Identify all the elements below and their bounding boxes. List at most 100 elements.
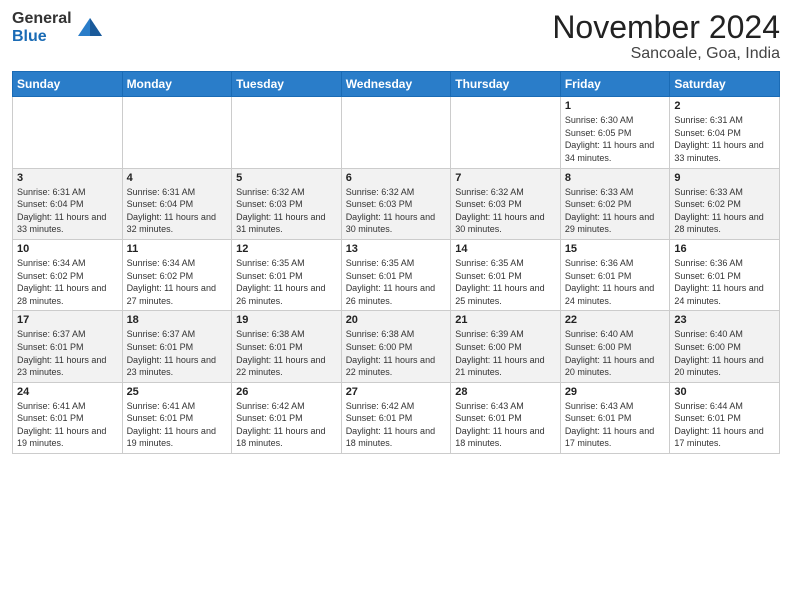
header: General Blue November 2024 Sancoale, Goa… <box>12 10 780 63</box>
calendar-cell: 17 Sunrise: 6:37 AM Sunset: 6:01 PM Dayli… <box>13 311 123 382</box>
day-info: Sunrise: 6:34 AM Sunset: 6:02 PM Dayligh… <box>127 257 228 307</box>
calendar-week-row: 10 Sunrise: 6:34 AM Sunset: 6:02 PM Dayli… <box>13 239 780 310</box>
day-info: Sunrise: 6:31 AM Sunset: 6:04 PM Dayligh… <box>127 186 228 236</box>
column-header-wednesday: Wednesday <box>341 72 451 97</box>
day-number: 11 <box>127 243 228 255</box>
location-title: Sancoale, Goa, India <box>552 45 780 63</box>
calendar-week-row: 1 Sunrise: 6:30 AM Sunset: 6:05 PM Daylig… <box>13 97 780 168</box>
column-header-tuesday: Tuesday <box>232 72 342 97</box>
calendar-cell: 18 Sunrise: 6:37 AM Sunset: 6:01 PM Dayli… <box>122 311 232 382</box>
calendar-cell: 5 Sunrise: 6:32 AM Sunset: 6:03 PM Daylig… <box>232 168 342 239</box>
month-title: November 2024 <box>552 10 780 45</box>
calendar-cell: 23Sunrise: 6:40 AM Sunset: 6:00 PM Dayli… <box>670 311 780 382</box>
day-number: 22 <box>565 314 666 326</box>
calendar-cell: 26 Sunrise: 6:42 AM Sunset: 6:01 PM Dayli… <box>232 382 342 453</box>
day-number: 27 <box>346 386 447 398</box>
calendar-cell: 11 Sunrise: 6:34 AM Sunset: 6:02 PM Dayli… <box>122 239 232 310</box>
day-number: 7 <box>455 172 556 184</box>
day-number: 30 <box>674 386 775 398</box>
day-number: 26 <box>236 386 337 398</box>
calendar-cell: 15 Sunrise: 6:36 AM Sunset: 6:01 PM Dayli… <box>560 239 670 310</box>
column-header-friday: Friday <box>560 72 670 97</box>
title-section: November 2024 Sancoale, Goa, India <box>552 10 780 63</box>
calendar-cell: 25 Sunrise: 6:41 AM Sunset: 6:01 PM Dayli… <box>122 382 232 453</box>
day-info: Sunrise: 6:39 AM Sunset: 6:00 PM Dayligh… <box>455 328 556 378</box>
day-info: Sunrise: 6:41 AM Sunset: 6:01 PM Dayligh… <box>17 400 118 450</box>
calendar-cell: 28 Sunrise: 6:43 AM Sunset: 6:01 PM Dayli… <box>451 382 561 453</box>
day-info: Sunrise: 6:31 AM Sunset: 6:04 PM Dayligh… <box>17 186 118 236</box>
day-info: Sunrise: 6:35 AM Sunset: 6:01 PM Dayligh… <box>455 257 556 307</box>
calendar-cell: 19 Sunrise: 6:38 AM Sunset: 6:01 PM Dayli… <box>232 311 342 382</box>
calendar-cell: 30 Sunrise: 6:44 AM Sunset: 6:01 PM Dayli… <box>670 382 780 453</box>
calendar-cell <box>232 97 342 168</box>
column-header-sunday: Sunday <box>13 72 123 97</box>
column-header-saturday: Saturday <box>670 72 780 97</box>
calendar-week-row: 17 Sunrise: 6:37 AM Sunset: 6:01 PM Dayli… <box>13 311 780 382</box>
column-header-monday: Monday <box>122 72 232 97</box>
day-info: Sunrise: 6:43 AM Sunset: 6:01 PM Dayligh… <box>455 400 556 450</box>
logo-blue-text: Blue <box>12 28 72 46</box>
calendar-cell: 22 Sunrise: 6:40 AM Sunset: 6:00 PM Dayli… <box>560 311 670 382</box>
day-info: Sunrise: 6:37 AM Sunset: 6:01 PM Dayligh… <box>17 328 118 378</box>
logo-icon <box>76 14 104 42</box>
day-info: Sunrise: 6:41 AM Sunset: 6:01 PM Dayligh… <box>127 400 228 450</box>
logo: General Blue <box>12 10 104 45</box>
day-number: 5 <box>236 172 337 184</box>
day-info: Sunrise: 6:35 AM Sunset: 6:01 PM Dayligh… <box>236 257 337 307</box>
calendar: SundayMondayTuesdayWednesdayThursdayFrid… <box>12 71 780 454</box>
day-number: 8 <box>565 172 666 184</box>
calendar-header-row: SundayMondayTuesdayWednesdayThursdayFrid… <box>13 72 780 97</box>
calendar-cell <box>122 97 232 168</box>
day-number: 15 <box>565 243 666 255</box>
day-number: 13 <box>346 243 447 255</box>
day-number: 29 <box>565 386 666 398</box>
calendar-cell: 2Sunrise: 6:31 AM Sunset: 6:04 PM Daylig… <box>670 97 780 168</box>
logo-general-text: General <box>12 10 72 28</box>
day-number: 18 <box>127 314 228 326</box>
calendar-cell: 27 Sunrise: 6:42 AM Sunset: 6:01 PM Dayli… <box>341 382 451 453</box>
day-info: Sunrise: 6:43 AM Sunset: 6:01 PM Dayligh… <box>565 400 666 450</box>
day-number: 16 <box>674 243 775 255</box>
calendar-cell: 3 Sunrise: 6:31 AM Sunset: 6:04 PM Daylig… <box>13 168 123 239</box>
day-info: Sunrise: 6:42 AM Sunset: 6:01 PM Dayligh… <box>236 400 337 450</box>
day-info: Sunrise: 6:32 AM Sunset: 6:03 PM Dayligh… <box>346 186 447 236</box>
day-number: 14 <box>455 243 556 255</box>
calendar-cell: 4 Sunrise: 6:31 AM Sunset: 6:04 PM Daylig… <box>122 168 232 239</box>
day-info: Sunrise: 6:36 AM Sunset: 6:01 PM Dayligh… <box>565 257 666 307</box>
day-number: 1 <box>565 100 666 112</box>
day-number: 12 <box>236 243 337 255</box>
day-info: Sunrise: 6:38 AM Sunset: 6:01 PM Dayligh… <box>236 328 337 378</box>
calendar-cell: 7 Sunrise: 6:32 AM Sunset: 6:03 PM Daylig… <box>451 168 561 239</box>
day-info: Sunrise: 6:40 AM Sunset: 6:00 PM Dayligh… <box>565 328 666 378</box>
calendar-cell: 21Sunrise: 6:39 AM Sunset: 6:00 PM Dayli… <box>451 311 561 382</box>
column-header-thursday: Thursday <box>451 72 561 97</box>
day-number: 25 <box>127 386 228 398</box>
day-number: 10 <box>17 243 118 255</box>
day-number: 28 <box>455 386 556 398</box>
day-number: 17 <box>17 314 118 326</box>
calendar-cell <box>341 97 451 168</box>
day-info: Sunrise: 6:37 AM Sunset: 6:01 PM Dayligh… <box>127 328 228 378</box>
day-info: Sunrise: 6:36 AM Sunset: 6:01 PM Dayligh… <box>674 257 775 307</box>
day-number: 3 <box>17 172 118 184</box>
day-info: Sunrise: 6:32 AM Sunset: 6:03 PM Dayligh… <box>236 186 337 236</box>
day-number: 6 <box>346 172 447 184</box>
calendar-cell: 20Sunrise: 6:38 AM Sunset: 6:00 PM Dayli… <box>341 311 451 382</box>
calendar-cell: 1 Sunrise: 6:30 AM Sunset: 6:05 PM Daylig… <box>560 97 670 168</box>
day-info: Sunrise: 6:30 AM Sunset: 6:05 PM Dayligh… <box>565 114 666 164</box>
page: General Blue November 2024 Sancoale, Goa… <box>0 0 792 464</box>
day-number: 19 <box>236 314 337 326</box>
day-number: 2 <box>674 100 775 112</box>
day-info: Sunrise: 6:42 AM Sunset: 6:01 PM Dayligh… <box>346 400 447 450</box>
day-number: 4 <box>127 172 228 184</box>
calendar-cell: 12 Sunrise: 6:35 AM Sunset: 6:01 PM Dayli… <box>232 239 342 310</box>
day-info: Sunrise: 6:34 AM Sunset: 6:02 PM Dayligh… <box>17 257 118 307</box>
day-info: Sunrise: 6:38 AM Sunset: 6:00 PM Dayligh… <box>346 328 447 378</box>
day-info: Sunrise: 6:32 AM Sunset: 6:03 PM Dayligh… <box>455 186 556 236</box>
calendar-cell: 14 Sunrise: 6:35 AM Sunset: 6:01 PM Dayli… <box>451 239 561 310</box>
calendar-week-row: 3 Sunrise: 6:31 AM Sunset: 6:04 PM Daylig… <box>13 168 780 239</box>
calendar-cell: 8Sunrise: 6:33 AM Sunset: 6:02 PM Daylig… <box>560 168 670 239</box>
day-info: Sunrise: 6:44 AM Sunset: 6:01 PM Dayligh… <box>674 400 775 450</box>
calendar-cell: 13Sunrise: 6:35 AM Sunset: 6:01 PM Dayli… <box>341 239 451 310</box>
calendar-cell: 16 Sunrise: 6:36 AM Sunset: 6:01 PM Dayli… <box>670 239 780 310</box>
